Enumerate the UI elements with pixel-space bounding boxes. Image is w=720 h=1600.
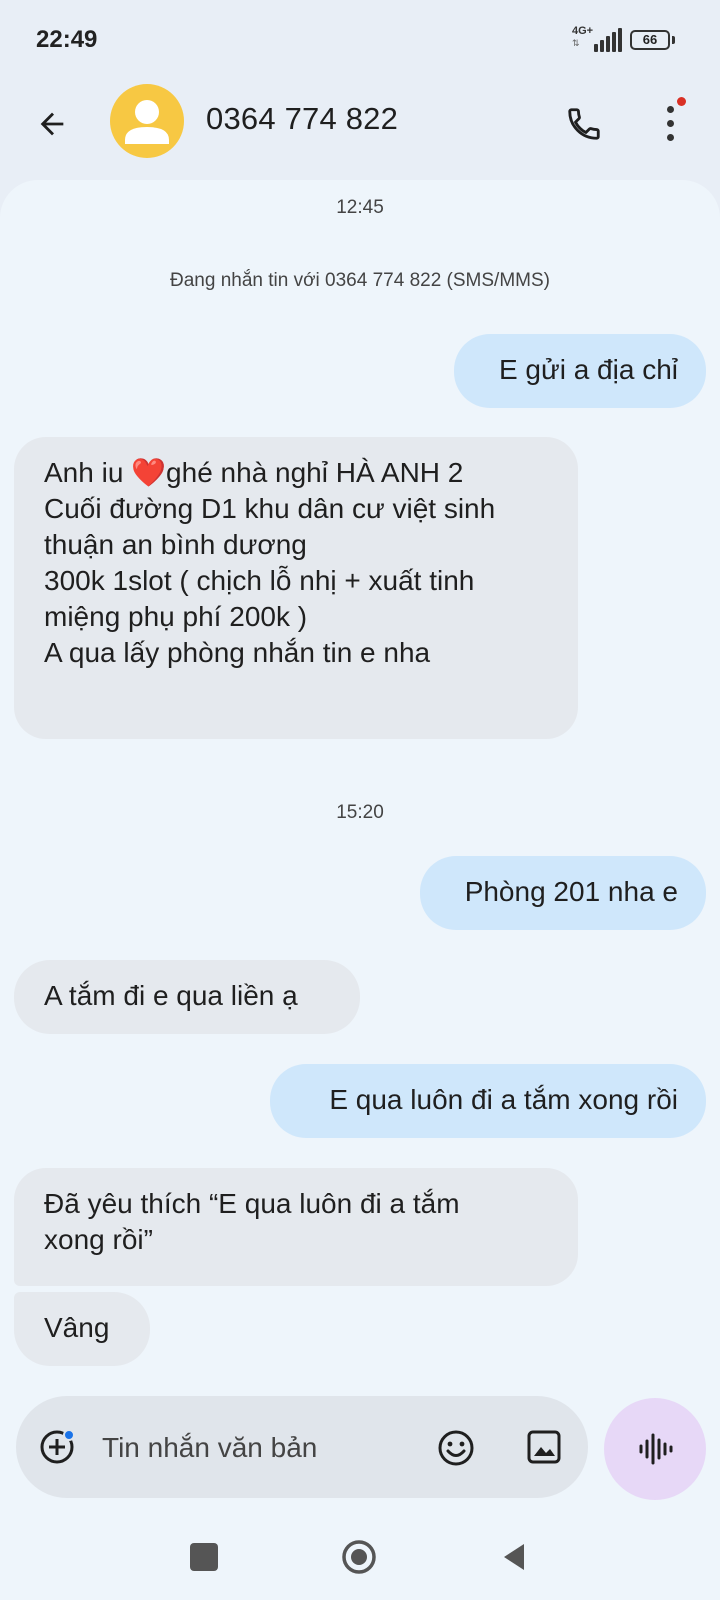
emoji-button[interactable] [436,1428,476,1468]
voice-waveform-icon [639,1433,673,1465]
message-input[interactable] [102,1430,402,1466]
message-line: thuận an bình dương [44,529,307,560]
status-time: 22:49 [36,26,98,53]
more-vert-icon [667,106,674,113]
message-line: A qua lấy phòng nhắn tin e nha [44,637,431,668]
timestamp: 15:20 [336,802,384,823]
signal-bar-icon [606,36,610,52]
contact-avatar[interactable] [110,84,184,158]
network-indicator: 4G+ ⇅ [572,26,628,54]
incoming-message[interactable]: Anh iu ❤️ghé nhà nghỉ HÀ ANH 2 Cuối đườn… [14,437,578,739]
phone-icon [568,108,600,140]
status-bar: 22:49 4G+ ⇅ 66 [0,0,720,80]
message-line: Anh iu ❤️ghé nhà nghỉ HÀ ANH 2 [44,457,464,488]
gallery-button[interactable] [526,1429,562,1465]
timestamp: 12:45 [336,197,384,218]
more-vert-icon [667,120,674,127]
signal-bar-icon [594,44,598,52]
incoming-message[interactable]: Vâng [14,1292,150,1366]
signal-bar-icon [612,32,616,52]
outgoing-message[interactable]: Phòng 201 nha e [420,856,706,930]
data-arrows-icon: ⇅ [572,38,580,48]
home-icon[interactable] [341,1539,377,1575]
voice-message-button[interactable] [604,1398,706,1500]
message-line: Đã yêu thích “E qua luôn đi a tắm [44,1188,460,1219]
outgoing-message[interactable]: E gửi a địa chỉ [454,334,706,408]
message-line: miệng phụ phí 200k ) [44,601,308,632]
image-icon [527,1430,561,1464]
call-button[interactable] [560,100,608,148]
message-line: 300k 1slot ( chịch lỗ nhị + xuất tinh [44,565,475,596]
battery-level: 66 [642,32,658,47]
notification-dot [677,97,686,106]
network-type: 4G+ [572,25,594,37]
more-options-button[interactable] [650,98,690,150]
battery-tip [672,36,675,44]
battery-icon: 66 [630,30,670,50]
person-icon [125,100,169,144]
heart-emoji-icon: ❤️ [131,457,167,488]
incoming-message[interactable]: A tắm đi e qua liền ạ [14,960,360,1034]
nav-back-icon[interactable] [500,1541,528,1573]
emoji-icon [438,1430,474,1466]
recents-icon[interactable] [190,1543,218,1571]
contact-name[interactable]: 0364 774 822 [206,101,398,137]
add-circle-icon [40,1429,75,1464]
outgoing-message[interactable]: E qua luôn đi a tắm xong rồi [270,1064,706,1138]
more-vert-icon [667,134,674,141]
arrow-back-icon [40,112,64,136]
incoming-message[interactable]: Đã yêu thích “E qua luôn đi a tắm xong r… [14,1168,578,1286]
conversation-info: Đang nhắn tin với 0364 774 822 (SMS/MMS) [170,270,550,291]
message-line: xong rồi” [44,1224,153,1255]
signal-bar-icon [618,28,622,52]
signal-bar-icon [600,40,604,52]
back-button[interactable] [28,100,76,148]
add-attachment-button[interactable] [38,1428,76,1466]
message-line: Cuối đường D1 khu dân cư việt sinh [44,493,496,524]
